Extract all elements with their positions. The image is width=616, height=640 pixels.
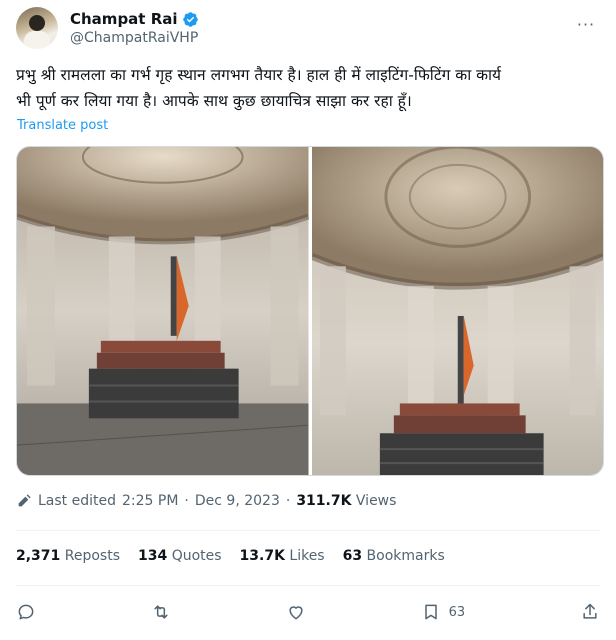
author-names: Champat Rai @ChampatRaiVHP [70,10,199,46]
likes-label: Likes [289,548,325,564]
post-meta: Last edited 2:25 PM · Dec 9, 2023 · 311.… [16,493,396,509]
quotes-count: 134 [138,548,168,564]
share-icon [583,603,597,619]
handle[interactable]: @ChampatRaiVHP [70,30,199,46]
heart-icon [289,606,303,620]
post-text-line-2: भी पूर्ण कर लिया गया है। आपके साथ कुछ छा… [16,92,412,110]
photo-1[interactable] [17,147,309,475]
post-header: Champat Rai @ChampatRaiVHP ··· [16,6,600,50]
display-name[interactable]: Champat Rai [70,10,178,28]
more-options-icon[interactable]: ··· [574,14,598,34]
edited-label[interactable]: Last edited [38,493,116,509]
bookmarks-count: 63 [342,548,363,564]
reply-icon [18,604,34,620]
name-row: Champat Rai [70,10,199,28]
action-bar: 63 [16,600,600,624]
views-count: 311.7K [296,493,352,509]
meta-separator-2: · [285,493,291,509]
reposts-stat[interactable]: 2,371 Reposts [16,548,120,564]
media-gallery [16,146,604,476]
repost-icon [154,605,168,619]
photo-2[interactable] [311,147,603,475]
divider-top [16,530,600,531]
views-label: Views [355,493,397,509]
edit-pencil-icon [18,494,31,507]
likes-stat[interactable]: 13.7K Likes [240,548,325,564]
reply-button[interactable] [16,602,36,622]
bookmarks-label: Bookmarks [366,548,445,564]
post-text: प्रभु श्री रामलला का गर्भ गृह स्थान लगभग… [16,62,606,114]
temple-sanctum-image-1 [17,147,309,475]
engagement-stats: 2,371 Reposts 134 Quotes 13.7K Likes 63 … [16,548,445,564]
quotes-stat[interactable]: 134 Quotes [138,548,222,564]
reposts-label: Reposts [64,548,120,564]
temple-sanctum-image-2 [311,147,603,475]
divider-bottom [16,585,600,586]
post-date[interactable]: Dec 9, 2023 [195,493,280,509]
post-text-line-1: प्रभु श्री रामलला का गर्भ गृह स्थान लगभग… [16,66,502,84]
share-button[interactable] [580,602,600,622]
meta-separator-1: · [184,493,189,509]
translate-post-link[interactable]: Translate post [17,118,108,133]
repost-button[interactable] [151,602,171,622]
likes-count: 13.7K [239,548,285,564]
bookmark-button[interactable]: 63 [421,602,466,622]
quotes-label: Quotes [171,548,222,564]
like-button[interactable] [286,602,306,622]
verified-badge-icon [182,11,198,27]
bookmark-count: 63 [448,604,466,620]
avatar[interactable] [16,7,58,49]
bookmark-icon [424,604,437,620]
post-time[interactable]: 2:25 PM [122,493,178,509]
bookmarks-stat[interactable]: 63 Bookmarks [343,548,445,564]
reposts-count: 2,371 [16,548,61,564]
